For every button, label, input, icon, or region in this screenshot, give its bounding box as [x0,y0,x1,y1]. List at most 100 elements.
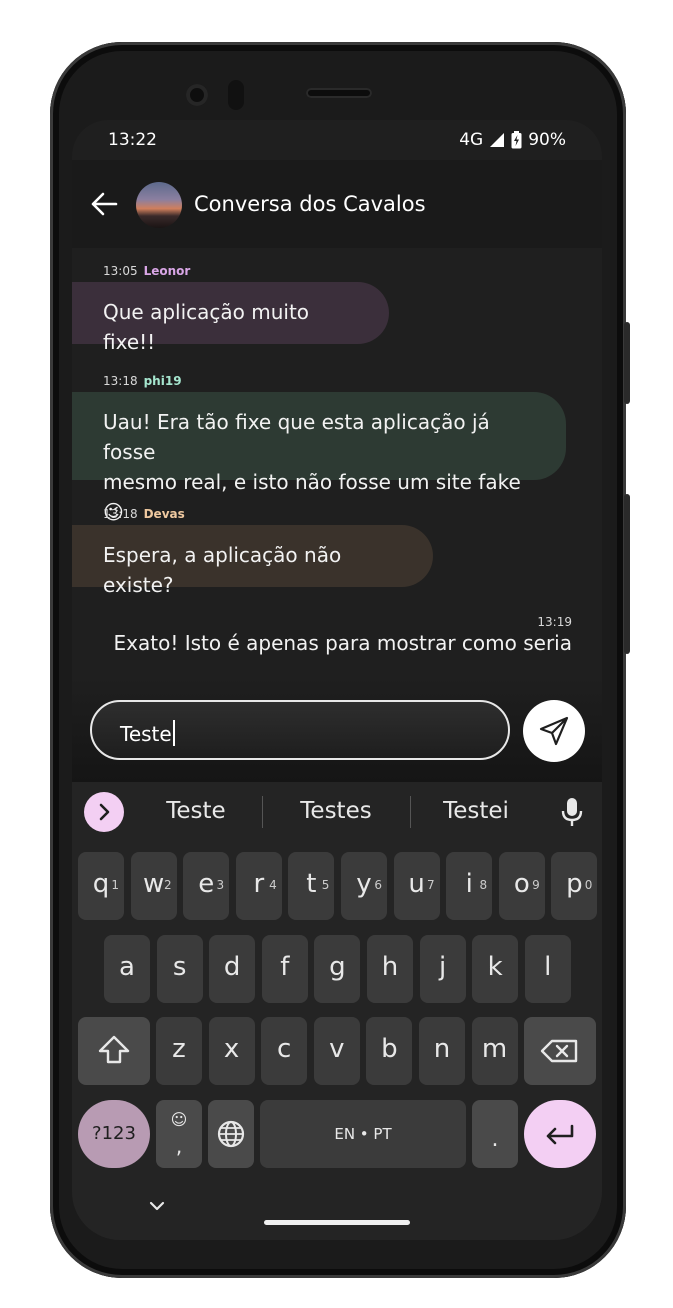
status-bar: 13:22 4G 90% [72,120,602,160]
key-label: f [280,952,290,982]
message-input-value: Teste [120,720,175,746]
letter-key[interactable]: b [366,1017,413,1085]
message-author: Devas [143,507,185,521]
letter-key[interactable]: j [419,935,466,1003]
key-label: m [481,1034,508,1064]
symbols-key[interactable]: ?123 [78,1100,150,1168]
space-key[interactable]: EN • PT [260,1100,466,1168]
network-label: 4G [459,130,484,150]
key-label: c [277,1034,292,1064]
message-time: 13:05 [103,264,138,278]
letter-key[interactable]: c [261,1017,308,1085]
letter-key[interactable]: n [419,1017,465,1085]
message-author: phi19 [143,374,182,388]
message-time: 13:19 [537,615,572,629]
chevron-right-icon [99,803,110,821]
letter-key[interactable]: p0 [551,852,598,920]
period-key[interactable]: . [472,1100,518,1168]
backspace-icon [540,1039,578,1063]
letter-key[interactable]: v [313,1017,360,1085]
key-number-hint: 5 [321,878,330,892]
letter-key[interactable]: u7 [393,852,440,920]
text-caret [172,720,175,746]
message-time: 13:18 [103,374,138,388]
shift-icon [98,1035,130,1064]
key-number-hint: 9 [532,878,540,892]
proximity-sensor [228,80,244,110]
suggestion-item[interactable]: Teste [136,798,256,824]
language-key[interactable] [208,1100,254,1168]
suggestion-item[interactable]: Testes [276,798,396,824]
letter-key[interactable]: h [367,935,413,1003]
suggestion-expand-button[interactable] [84,792,124,832]
enter-icon [546,1124,574,1145]
letter-key[interactable]: s [156,935,203,1003]
comma-label: , [175,1134,183,1158]
letter-key[interactable]: d [209,935,256,1003]
message-meta: 13:18 Devas [103,507,185,521]
message-meta: 13:19 [537,615,572,629]
message-author: Leonor [143,264,191,278]
letter-key[interactable]: k [472,935,519,1003]
shift-key[interactable] [78,1017,150,1085]
message-bubble[interactable]: Que aplicação muito fixe!! [72,282,389,354]
message-text: Que aplicação muito fixe!! [103,300,310,354]
letter-key[interactable]: l [524,935,571,1003]
message-input[interactable]: Teste [90,700,510,760]
key-label: b [381,1034,398,1064]
letter-key[interactable]: t5 [288,852,335,920]
back-arrow-icon[interactable] [86,186,122,222]
enter-key[interactable] [524,1100,596,1168]
outgoing-message[interactable]: Exato! Isto é apenas para mostrar como s… [114,631,572,655]
message-time: 13:18 [103,507,138,521]
key-number-hint: 2 [163,878,172,892]
letter-key[interactable]: z [156,1017,202,1085]
front-camera [186,84,208,106]
suggestion-divider [262,796,263,828]
space-key-label: EN • PT [334,1125,392,1143]
chat-avatar[interactable] [136,182,182,228]
key-label: l [544,952,552,982]
letter-key[interactable]: m [471,1017,518,1085]
letter-key[interactable]: e3 [183,852,230,920]
key-label: a [119,952,135,982]
letter-key[interactable]: x [208,1017,255,1085]
power-button [624,322,630,404]
letter-key[interactable]: f [261,935,308,1003]
letter-key[interactable]: o9 [498,852,545,920]
suggestion-item[interactable]: Testei [416,798,536,824]
message-meta: 13:18 phi19 [103,374,182,388]
microphone-icon[interactable] [558,796,586,828]
keyboard: Teste Testes Testei q1w2e3r4t5y6u7i8o9p0… [72,782,602,1240]
signal-icon [490,133,505,147]
period-key-label: . [491,1127,499,1152]
status-time: 13:22 [108,130,157,150]
letter-key[interactable]: q1 [78,852,124,920]
letter-key[interactable]: y6 [341,852,387,920]
screen: 13:22 4G 90% Conversa dos Cavalos 13:05 L… [72,120,602,1240]
message-list[interactable]: 13:05 Leonor Que aplicação muito fixe!! 1… [72,248,602,678]
key-label: n [433,1034,451,1064]
emoji-comma-key[interactable]: ☺ , [156,1100,202,1168]
letter-key[interactable]: r4 [235,852,282,920]
key-label: h [381,952,399,982]
letter-key[interactable]: i8 [446,852,493,920]
home-indicator[interactable] [264,1220,410,1225]
key-label: z [172,1034,186,1064]
backspace-key[interactable] [524,1017,596,1085]
volume-button [624,494,630,654]
message-bubble[interactable]: Uau! Era tão fixe que esta aplicação já … [72,392,566,524]
send-button[interactable] [523,700,585,762]
key-number-hint: 8 [479,878,488,892]
hide-keyboard-icon[interactable] [148,1200,166,1212]
message-bubble[interactable]: Espera, a aplicação não existe? [72,525,433,597]
chat-title: Conversa dos Cavalos [194,192,426,216]
key-number-hint: 3 [216,878,225,892]
letter-key[interactable]: w2 [130,852,177,920]
emoji-icon: ☺ [170,1110,188,1129]
letter-key[interactable]: g [314,935,361,1003]
key-label: s [172,952,187,982]
key-number-hint: 4 [269,878,277,892]
key-label: x [223,1034,240,1064]
letter-key[interactable]: a [104,935,150,1003]
